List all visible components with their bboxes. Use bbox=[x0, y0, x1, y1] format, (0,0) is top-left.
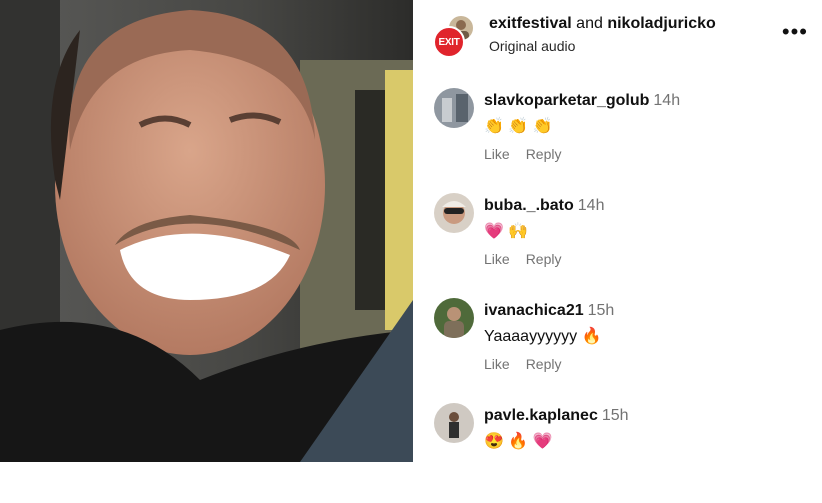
video-still bbox=[0, 0, 413, 462]
avatar[interactable] bbox=[434, 193, 474, 233]
avatar[interactable] bbox=[434, 298, 474, 338]
post-header: EXIT exitfestival and nikoladjuricko Ori… bbox=[413, 0, 822, 70]
comment-text: 👏 👏 👏 bbox=[484, 118, 553, 135]
reply-button[interactable]: Reply bbox=[526, 251, 562, 267]
comment-text: Yaaaayyyyyy 🔥 bbox=[484, 328, 602, 345]
exit-logo-avatar[interactable]: EXIT bbox=[433, 26, 465, 58]
comment-text: 😍 🔥 💗 bbox=[484, 433, 553, 450]
comment-time: 15h bbox=[587, 302, 615, 319]
connector-text: and bbox=[576, 15, 603, 32]
reply-button[interactable]: Reply bbox=[526, 356, 562, 372]
comment-time: 15h bbox=[601, 407, 629, 424]
like-button[interactable]: Like bbox=[484, 146, 510, 162]
more-options-icon[interactable]: ••• bbox=[782, 21, 808, 43]
author-link[interactable]: exitfestival bbox=[489, 15, 572, 32]
comment-time: 14h bbox=[577, 197, 605, 214]
comment-username[interactable]: slavkoparketar_golub bbox=[484, 92, 649, 109]
comment-username[interactable]: pavle.kaplanec bbox=[484, 407, 598, 424]
comment-item: buba._.bato 14h 💗 🙌 Like Reply bbox=[413, 193, 822, 293]
comment-item: pavle.kaplanec 15h 😍 🔥 💗 bbox=[413, 403, 822, 503]
comment-item: slavkoparketar_golub 14h 👏 👏 👏 Like Reply bbox=[413, 88, 822, 188]
collab-avatars[interactable]: EXIT bbox=[433, 14, 481, 58]
post-authors: exitfestival and nikoladjuricko bbox=[489, 15, 716, 33]
comments-panel: EXIT exitfestival and nikoladjuricko Ori… bbox=[413, 0, 822, 462]
avatar[interactable] bbox=[434, 88, 474, 128]
author-link[interactable]: nikoladjuricko bbox=[607, 15, 715, 32]
like-button[interactable]: Like bbox=[484, 251, 510, 267]
comment-item: ivanachica21 15h Yaaaayyyyyy 🔥 Like Reply bbox=[413, 298, 822, 398]
like-button[interactable]: Like bbox=[484, 356, 510, 372]
avatar[interactable] bbox=[434, 403, 474, 443]
comment-username[interactable]: buba._.bato bbox=[484, 197, 574, 214]
comment-time: 14h bbox=[653, 92, 681, 109]
comment-username[interactable]: ivanachica21 bbox=[484, 302, 584, 319]
video-frame[interactable] bbox=[0, 0, 413, 462]
reply-button[interactable]: Reply bbox=[526, 146, 562, 162]
audio-link[interactable]: Original audio bbox=[489, 38, 575, 54]
comment-text: 💗 🙌 bbox=[484, 223, 529, 240]
